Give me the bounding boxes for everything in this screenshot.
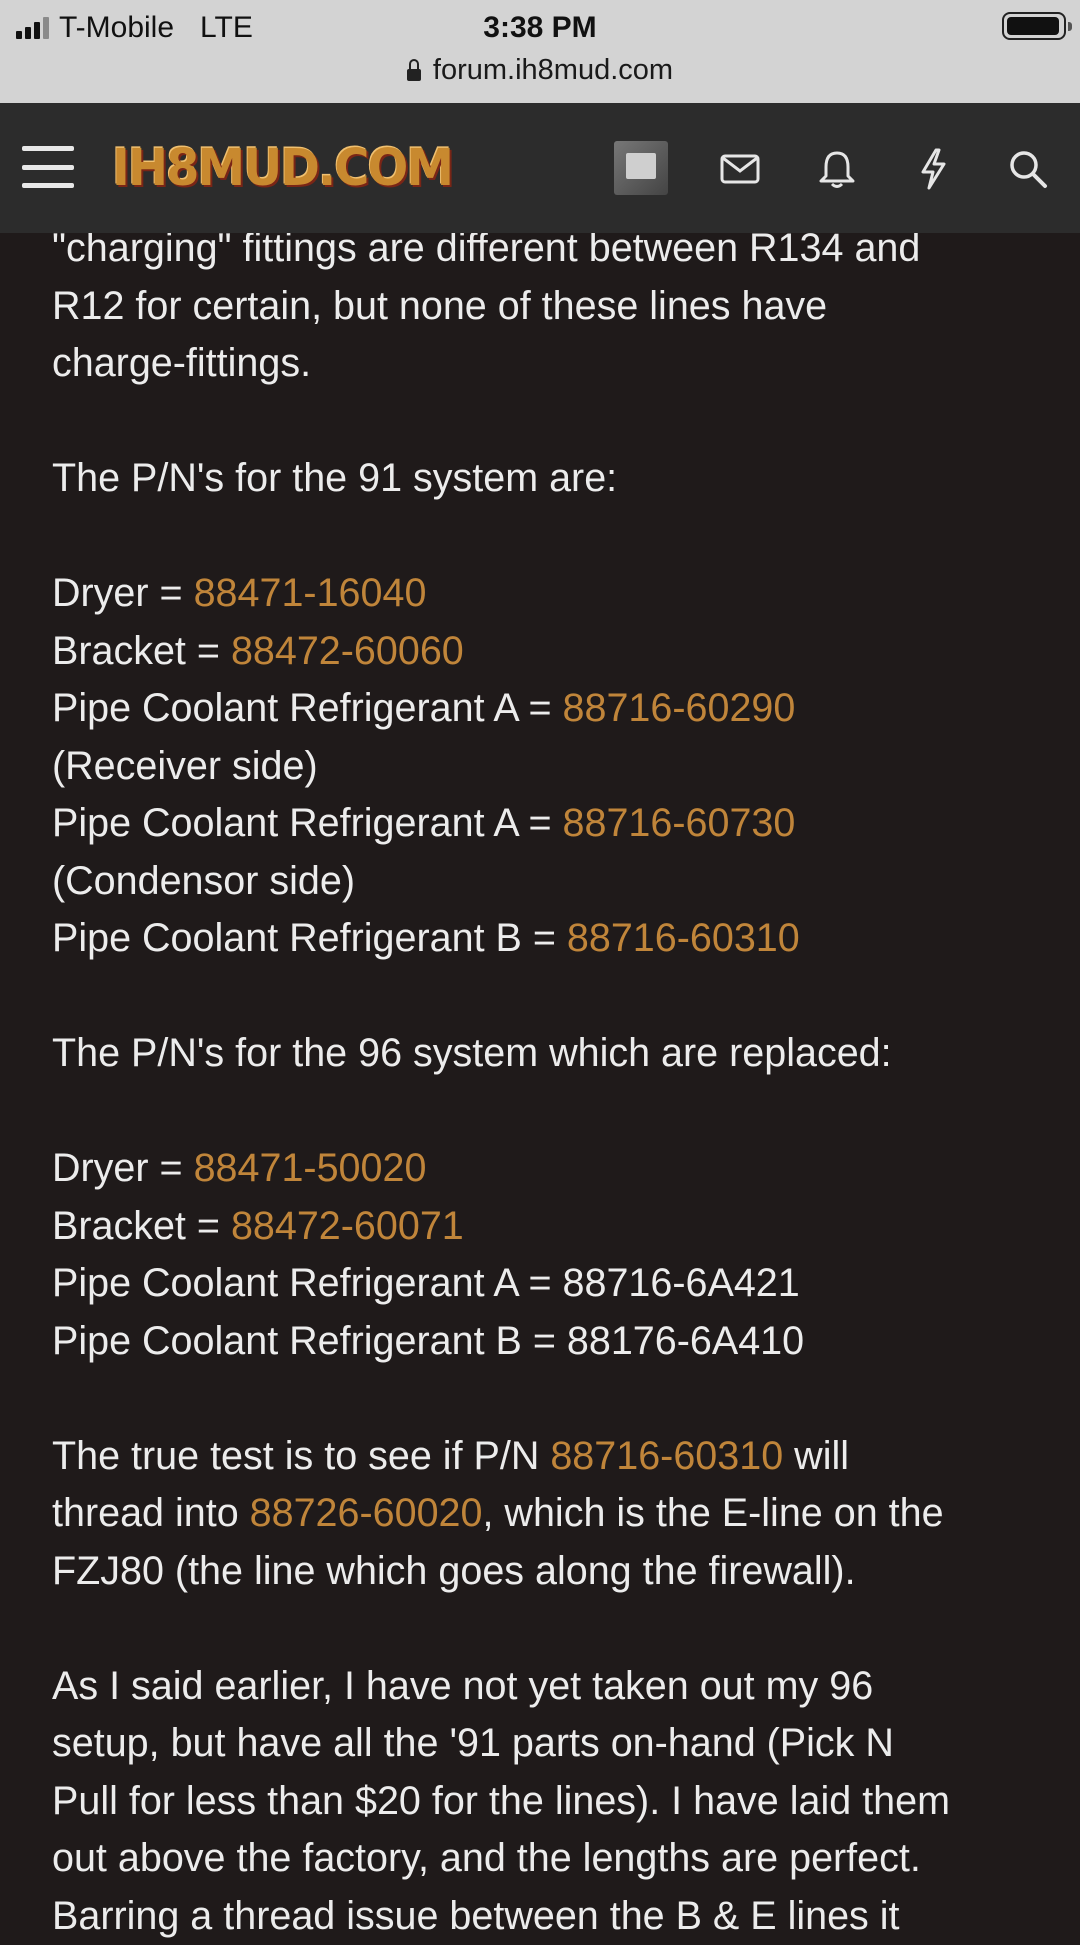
post-line: Barring a thread issue between the B & E… [52,1888,1040,1945]
post-text: , which is the E-line on the [482,1491,943,1535]
sys91-heading: The P/N's for the 91 system are: [52,450,1040,508]
sys91-pipe-a-receiver: Pipe Coolant Refrigerant A = 88716-60290 [52,680,1040,738]
part-number-link[interactable]: 88472-60060 [231,629,464,673]
part-number-link[interactable]: 88471-50020 [194,1146,427,1190]
sys91-bracket: Bracket = 88472-60060 [52,623,1040,681]
sys91-pipe-a-condensor: Pipe Coolant Refrigerant A = 88716-60730 [52,795,1040,853]
part-number-link[interactable]: 88726-60020 [250,1491,483,1535]
clock: 3:38 PM [0,8,1080,48]
sys96-dryer: Dryer = 88471-50020 [52,1140,1040,1198]
site-header: IH8MUD.COM [0,103,1080,233]
bolt-icon[interactable] [905,141,961,197]
sys96-pipe-a: Pipe Coolant Refrigerant A = 88716-6A421 [52,1255,1040,1313]
part-label: Pipe Coolant Refrigerant A = [52,686,563,730]
post-text: thread into [52,1491,250,1535]
site-logo[interactable]: IH8MUD.COM [112,140,452,197]
part-number-link[interactable]: 88716-60310 [550,1434,783,1478]
lock-icon [407,69,421,81]
mail-icon[interactable] [712,141,768,197]
post-line: As I said earlier, I have not yet taken … [52,1658,1040,1716]
test-line: FZJ80 (the line which goes along the fir… [52,1543,1040,1601]
part-number-link[interactable]: 88716-60730 [563,801,796,845]
post-text: will [783,1434,849,1478]
part-label: Pipe Coolant Refrigerant B = [52,916,567,960]
bell-icon[interactable] [809,141,865,197]
part-label: Dryer = [52,571,194,615]
menu-icon[interactable] [22,146,74,188]
avatar[interactable] [614,141,668,195]
part-note: (Condensor side) [52,853,1040,911]
search-icon[interactable] [1000,141,1056,197]
part-label: Bracket = [52,629,231,673]
post-line: charge-fittings. [52,335,1040,393]
post-text: The true test is to see if P/N [52,1434,550,1478]
status-bar: T-Mobile LTE 3:38 PM forum.ih8mud.com [0,0,1080,103]
sys96-bracket: Bracket = 88472-60071 [52,1198,1040,1256]
post-line: R12 for certain, but none of these lines… [52,278,1040,336]
battery-icon [1002,12,1066,40]
post-line: out above the factory, and the lengths a… [52,1830,1040,1888]
part-label: Dryer = [52,1146,194,1190]
post-body: "charging" fittings are different betwee… [52,220,1040,1945]
sys91-dryer: Dryer = 88471-16040 [52,565,1040,623]
part-number-link[interactable]: 88471-16040 [194,571,427,615]
sys96-pipe-b: Pipe Coolant Refrigerant B = 88176-6A410 [52,1313,1040,1371]
post-line: setup, but have all the '91 parts on-han… [52,1715,1040,1773]
test-line: thread into 88726-60020, which is the E-… [52,1485,1040,1543]
part-note: (Receiver side) [52,738,1040,796]
post-line: Pull for less than $20 for the lines). I… [52,1773,1040,1831]
sys91-pipe-b: Pipe Coolant Refrigerant B = 88716-60310 [52,910,1040,968]
url-text: forum.ih8mud.com [433,54,673,87]
part-number-link[interactable]: 88472-60071 [231,1204,464,1248]
part-label: Pipe Coolant Refrigerant A = [52,801,563,845]
address-bar[interactable]: forum.ih8mud.com [0,50,1080,90]
sys96-heading: The P/N's for the 96 system which are re… [52,1025,1040,1083]
part-label: Bracket = [52,1204,231,1248]
part-number-link[interactable]: 88716-60310 [567,916,800,960]
part-number-link[interactable]: 88716-60290 [563,686,796,730]
test-line: The true test is to see if P/N 88716-603… [52,1428,1040,1486]
